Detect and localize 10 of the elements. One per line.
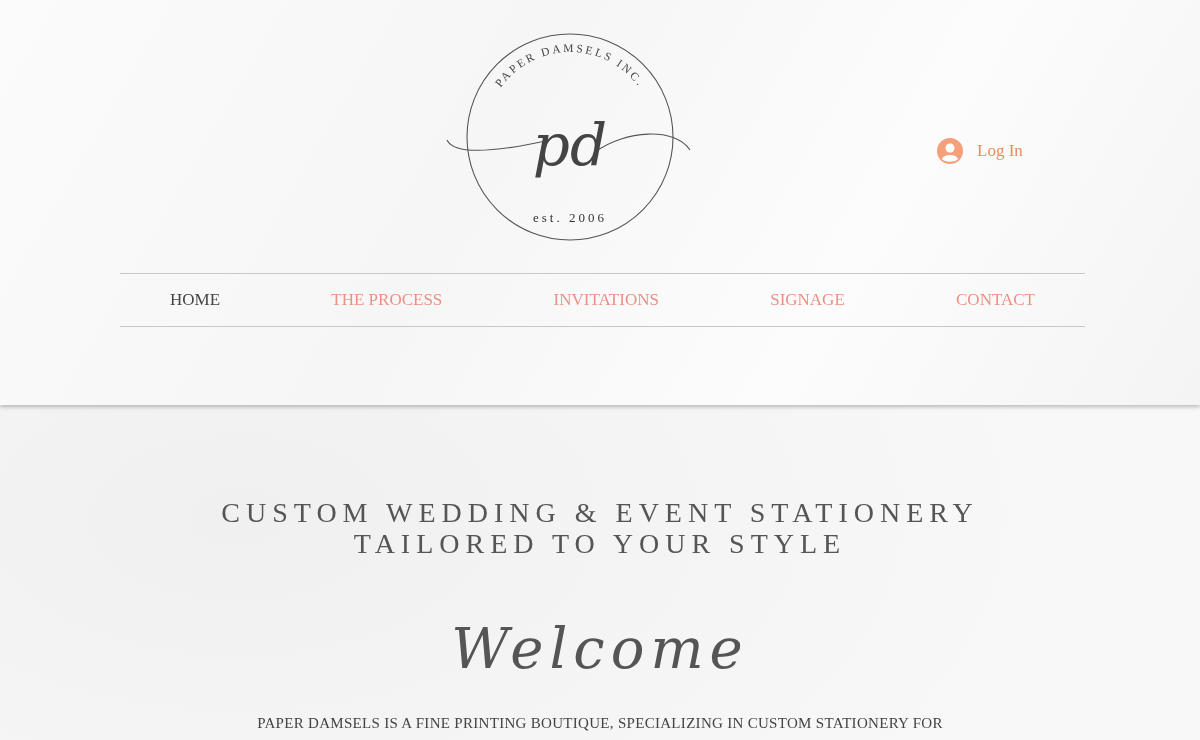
nav-link[interactable]: INVITATIONS xyxy=(553,290,659,310)
intro-text: PAPER DAMSELS IS A FINE PRINTING BOUTIQUE, SPECIALIZING IN CUSTOM STATIONERY FOR xyxy=(257,715,943,732)
user-avatar-icon xyxy=(937,138,963,164)
nav-link[interactable]: HOME xyxy=(170,290,221,310)
headline: CUSTOM WEDDING & EVENT STATIONERY TAILORED TO YOUR STYLE xyxy=(221,497,979,559)
log-in-button[interactable]: Log In xyxy=(935,136,1025,166)
nav-link[interactable]: CONTACT xyxy=(956,290,1035,310)
nav-link[interactable]: SIGNAGE xyxy=(770,290,845,310)
nav-link[interactable]: THE PROCESS xyxy=(331,290,443,310)
welcome-heading: Welcome xyxy=(451,615,749,683)
